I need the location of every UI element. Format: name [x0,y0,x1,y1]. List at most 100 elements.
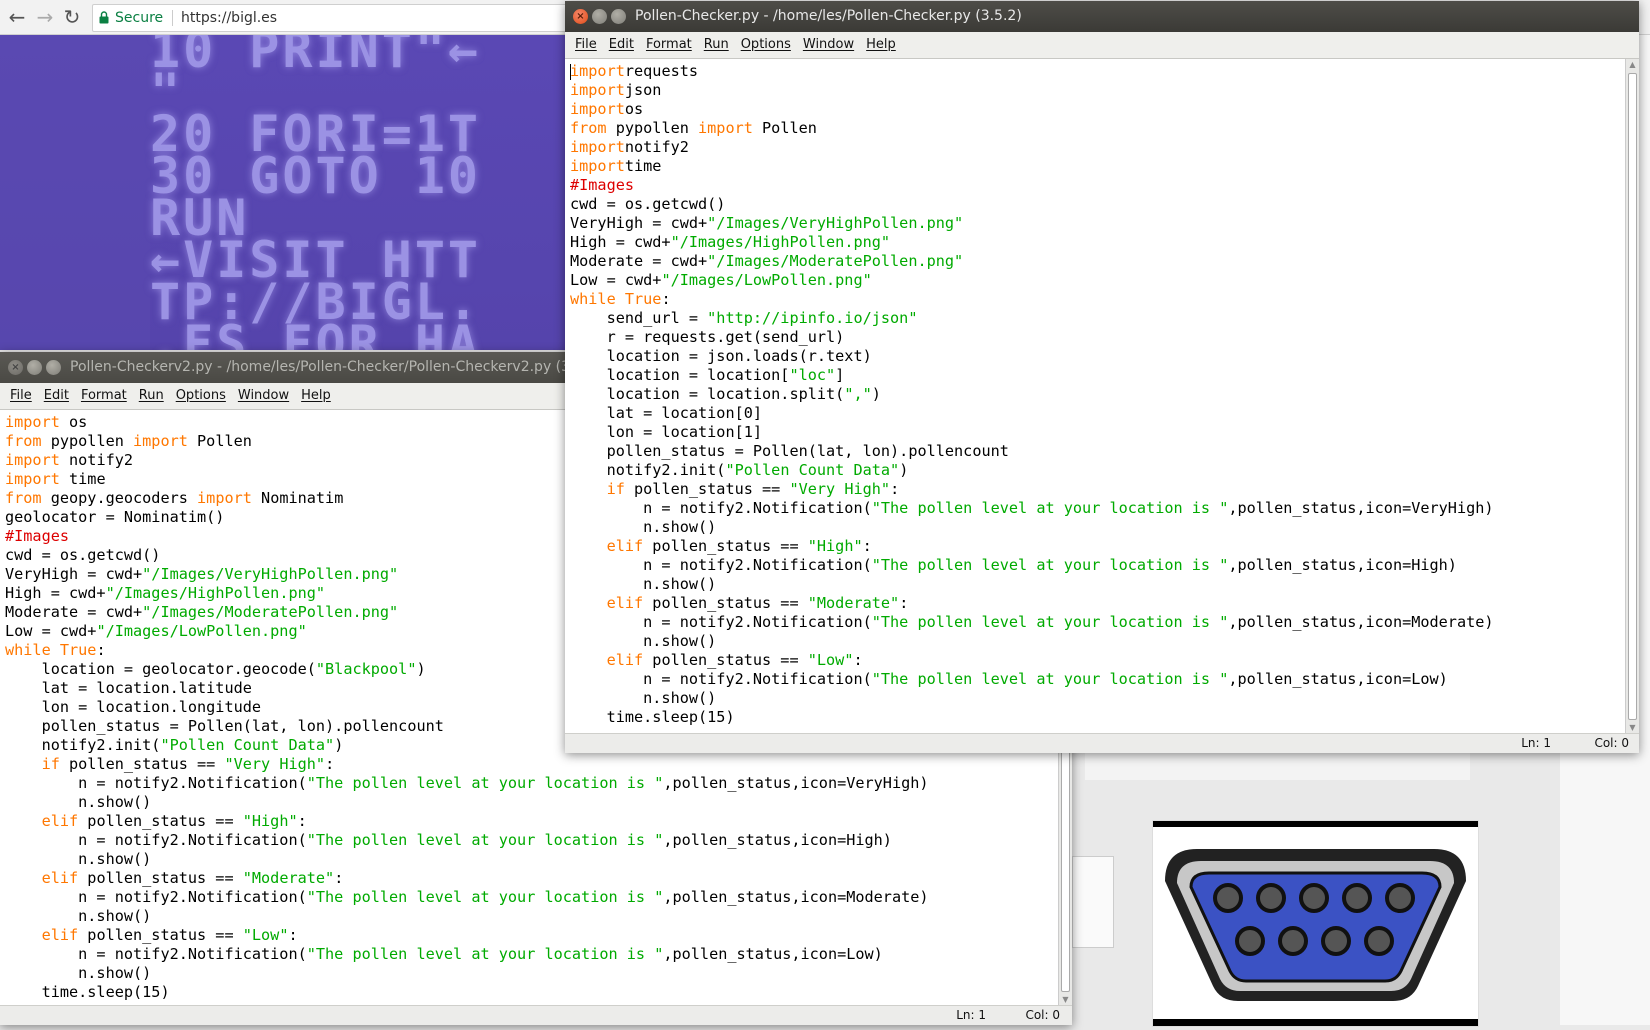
code-line[interactable]: elif pollen_status == "Moderate": [5,869,1058,888]
menu-help[interactable]: Help [864,32,898,58]
code-token: n = notify2.Notification( [5,888,307,906]
menu-run[interactable]: Run [137,383,166,409]
menu-window[interactable]: Window [236,383,291,409]
code-keyword: import [5,451,60,469]
code-line[interactable]: n = notify2.Notification("The pollen lev… [5,774,1058,793]
window-title: Pollen-Checker.py - /home/les/Pollen-Che… [635,8,1022,24]
code-line[interactable]: elif pollen_status == "Moderate": [570,594,1625,613]
code-line[interactable]: importtime [570,157,1625,176]
code-line[interactable]: while True: [570,290,1625,309]
minimize-window-icon[interactable] [27,360,42,375]
code-line[interactable]: n = notify2.Notification("The pollen lev… [5,945,1058,964]
menu-help[interactable]: Help [299,383,333,409]
code-line[interactable]: importjson [570,81,1625,100]
code-line[interactable]: notify2.init("Pollen Count Data") [570,461,1625,480]
code-token: n.show() [570,689,717,707]
address-bar[interactable]: Secure https://bigl.es [92,4,574,32]
code-line[interactable]: n = notify2.Notification("The pollen lev… [570,613,1625,632]
code-keyword: elif [570,594,644,612]
code-token: : [325,755,335,773]
scroll-up-icon[interactable]: ▲ [1626,59,1639,71]
code-line[interactable]: from pypollen import Pollen [570,119,1625,138]
code-line[interactable]: elif pollen_status == "Low": [5,926,1058,945]
code-line[interactable]: n.show() [5,964,1058,983]
code-line[interactable]: n.show() [570,689,1625,708]
code-line[interactable]: location = location["loc"] [570,366,1625,385]
code-text[interactable]: importrequests importjson importos from pyp… [565,59,1625,727]
code-token: pypollen [41,432,134,450]
idle-window-pollen-checker[interactable]: × Pollen-Checker.py - /home/les/Pollen-C… [565,1,1639,753]
maximize-window-icon[interactable] [611,9,626,24]
code-line[interactable]: elif pollen_status == "Low": [570,651,1625,670]
code-line[interactable]: n.show() [5,850,1058,869]
code-line[interactable]: location = location.split(",") [570,385,1625,404]
code-token: pollen_status == [643,651,808,669]
back-arrow-icon[interactable]: ← [5,4,29,30]
code-line[interactable]: n.show() [5,907,1058,926]
menu-edit[interactable]: Edit [42,383,71,409]
code-line[interactable]: r = requests.get(send_url) [570,328,1625,347]
menu-edit[interactable]: Edit [607,32,636,58]
menu-run[interactable]: Run [702,32,731,58]
code-line[interactable]: n.show() [570,518,1625,537]
code-token: : [890,480,900,498]
maximize-window-icon[interactable] [46,360,61,375]
menu-options[interactable]: Options [739,32,793,58]
code-keyword: import [570,157,625,175]
code-line[interactable]: pollen_status = Pollen(lat, lon).pollenc… [570,442,1625,461]
code-line[interactable]: send_url = "http://ipinfo.io/json" [570,309,1625,328]
menu-format[interactable]: Format [79,383,129,409]
forward-arrow-icon[interactable]: → [33,4,57,30]
url-text[interactable]: https://bigl.es [181,5,277,31]
omnibox-divider [172,10,173,26]
code-line[interactable]: time.sleep(15) [5,983,1058,1002]
code-keyword: elif [570,537,644,555]
vertical-scrollbar[interactable]: ▲ ▼ [1625,59,1639,734]
code-line[interactable]: n = notify2.Notification("The pollen lev… [570,499,1625,518]
code-line[interactable]: location = json.loads(r.text) [570,347,1625,366]
code-line[interactable]: cwd = os.getcwd() [570,195,1625,214]
code-line[interactable]: elif pollen_status == "High": [570,537,1625,556]
code-line[interactable]: importnotify2 [570,138,1625,157]
code-line[interactable]: n.show() [5,793,1058,812]
code-token: pollen_status == [78,869,243,887]
code-line[interactable]: if pollen_status == "Very High": [570,480,1625,499]
code-line[interactable]: if pollen_status == "Very High": [5,755,1058,774]
code-line[interactable]: VeryHigh = cwd+"/Images/VeryHighPollen.p… [570,214,1625,233]
code-token: os [59,413,88,431]
code-line[interactable]: n = notify2.Notification("The pollen lev… [570,556,1625,575]
code-line[interactable]: Low = cwd+"/Images/LowPollen.png" [570,271,1625,290]
close-window-icon[interactable]: × [8,360,23,375]
menu-window[interactable]: Window [801,32,856,58]
code-line[interactable]: n = notify2.Notification("The pollen lev… [5,888,1058,907]
code-token: : [899,594,909,612]
code-line[interactable]: elif pollen_status == "High": [5,812,1058,831]
code-line[interactable]: lon = location[1] [570,423,1625,442]
code-line[interactable]: n = notify2.Notification("The pollen lev… [570,670,1625,689]
reload-icon[interactable]: ↻ [60,4,84,30]
minimize-window-icon[interactable] [592,9,607,24]
code-line[interactable]: time.sleep(15) [570,708,1625,727]
code-line[interactable]: lat = location[0] [570,404,1625,423]
code-line[interactable]: #Images [570,176,1625,195]
code-keyword: True [624,290,662,308]
code-line[interactable]: Moderate = cwd+"/Images/ModeratePollen.p… [570,252,1625,271]
code-line[interactable]: n.show() [570,632,1625,651]
code-editor[interactable]: importrequests importjson importos from pyp… [565,59,1625,734]
scroll-thumb[interactable] [1628,73,1637,720]
code-line[interactable]: importos [570,100,1625,119]
code-line[interactable]: importrequests [570,62,1625,81]
code-keyword: elif [5,869,79,887]
close-window-icon[interactable]: × [573,9,588,24]
menu-format[interactable]: Format [644,32,694,58]
code-line[interactable]: High = cwd+"/Images/HighPollen.png" [570,233,1625,252]
code-string: "Moderate" [242,869,335,887]
menu-file[interactable]: File [8,383,34,409]
code-line[interactable]: n.show() [570,575,1625,594]
window-titlebar[interactable]: × Pollen-Checker.py - /home/les/Pollen-C… [565,1,1639,32]
menu-options[interactable]: Options [174,383,228,409]
code-token: pollen_status == [643,594,808,612]
menu-file[interactable]: File [573,32,599,58]
code-token: VeryHigh = cwd+ [5,565,143,583]
code-line[interactable]: n = notify2.Notification("The pollen lev… [5,831,1058,850]
